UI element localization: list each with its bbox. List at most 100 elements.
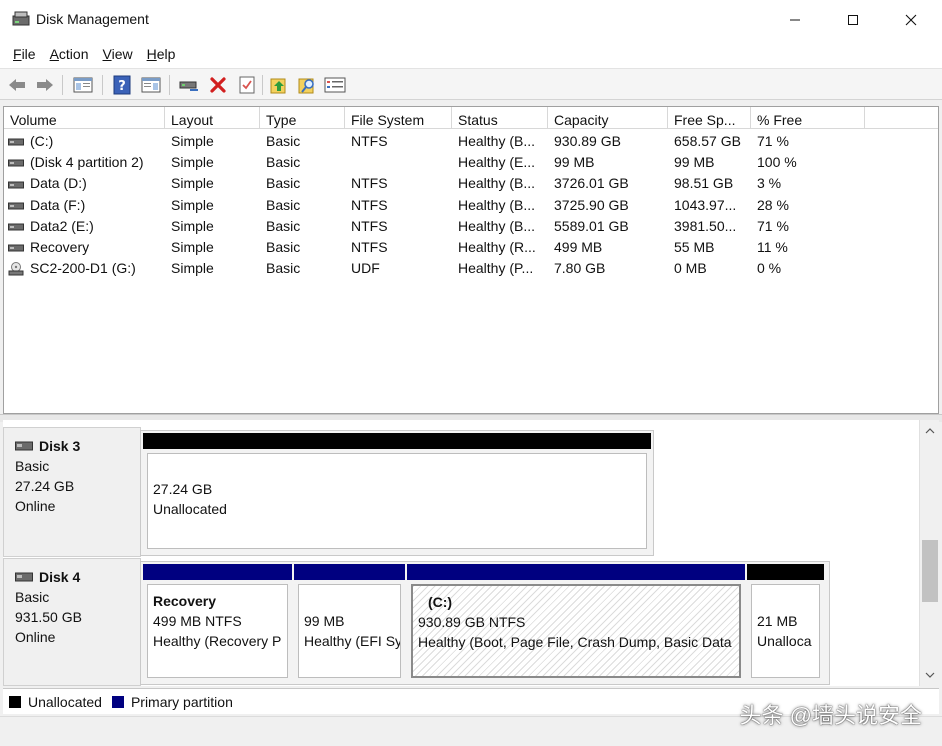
properties-icon <box>239 76 255 94</box>
show-hide-console-tree-button[interactable] <box>72 74 94 96</box>
cell-type: Basic <box>266 175 301 192</box>
menu-file[interactable]: File <box>6 40 43 68</box>
list-view-button[interactable] <box>324 74 346 96</box>
disk-type: Basic <box>15 589 50 605</box>
partition-efi[interactable]: 99 MB Healthy (EFI Sy <box>294 564 405 682</box>
cell-volume: Data (D:) <box>4 173 165 194</box>
cell-status: Healthy (B... <box>458 133 536 149</box>
menu-action[interactable]: Action <box>43 40 96 68</box>
disk-3-label[interactable]: Disk 3 Basic 27.24 GB Online <box>3 427 141 557</box>
show-hide-action-pane-button[interactable] <box>140 74 162 96</box>
delete-icon <box>210 77 226 93</box>
cell-type: Basic <box>266 239 301 255</box>
legend-item-primary-partition: Primary partition <box>111 694 233 710</box>
delete-button[interactable] <box>207 74 229 96</box>
cell-free-space: 55 MB <box>674 239 715 255</box>
cell-volume: (Disk 4 partition 2) <box>4 152 165 173</box>
cd-drive-icon <box>8 262 24 276</box>
scroll-up-button[interactable] <box>920 422 940 440</box>
cell-layout: Simple <box>171 239 214 255</box>
search-button[interactable] <box>296 74 318 96</box>
cell-volume: Recovery <box>4 237 165 258</box>
properties-button[interactable] <box>236 74 258 96</box>
toolbar-separator <box>262 75 263 95</box>
partition-color-bar <box>143 564 292 580</box>
list-view-icon <box>324 77 346 93</box>
column-header-capacity[interactable]: Capacity <box>548 107 668 129</box>
menu-view[interactable]: View <box>96 40 140 68</box>
cell-layout: Simple <box>171 217 214 234</box>
partition-c-drive[interactable]: (C:) 930.89 GB NTFS Healthy (Boot, Page … <box>407 564 745 682</box>
partition-unallocated[interactable]: 21 MB Unalloca <box>747 564 824 682</box>
cell-volume: SC2-200-D1 (G:) <box>4 258 165 279</box>
graphical-view-scrollbar[interactable] <box>919 420 939 686</box>
partition-recovery[interactable]: Recovery 499 MB NTFS Healthy (Recovery P <box>143 564 292 682</box>
cell-percent-free: 11 % <box>757 239 788 255</box>
cell-status: Healthy (E... <box>458 154 536 171</box>
connect-drive-icon <box>179 81 198 91</box>
toolbar-separator <box>169 75 170 95</box>
disk-4-label[interactable]: Disk 4 Basic 931.50 GB Online <box>3 558 141 686</box>
disk-size: 27.24 GB <box>15 478 75 494</box>
column-header-volume[interactable]: Volume <box>4 107 165 129</box>
table-row[interactable]: (Disk 4 partition 2) Simple Basic Healthy (… <box>4 152 938 173</box>
toolbar-separator <box>62 75 63 95</box>
drive-icon <box>8 244 24 252</box>
maximize-icon <box>848 15 858 25</box>
table-row[interactable]: Data (F:) Simple Basic NTFS Healthy (B... 372… <box>4 195 938 216</box>
drive-icon <box>8 202 24 210</box>
cell-file-system <box>345 152 452 173</box>
cell-capacity: 499 MB <box>554 239 603 255</box>
cell-capacity: 7.80 GB <box>554 260 606 277</box>
back-icon <box>9 79 25 91</box>
column-header-type[interactable]: Type <box>260 107 345 129</box>
drive-icon <box>8 138 24 146</box>
back-button[interactable] <box>6 74 28 96</box>
cell-type: Basic <box>266 217 301 234</box>
table-row[interactable]: SC2-200-D1 (G:) Simple Basic UDF Healthy (P.… <box>4 258 938 279</box>
minimize-button[interactable] <box>766 0 824 40</box>
cell-type: Basic <box>266 260 301 277</box>
search-icon <box>298 78 314 94</box>
cell-capacity: 5589.01 GB <box>554 217 629 234</box>
column-header-free-space[interactable]: Free Sp... <box>668 107 751 129</box>
table-row[interactable]: Recovery Simple Basic NTFS Healthy (R... 499 … <box>4 237 938 258</box>
disk-state: Online <box>15 629 56 645</box>
forward-button[interactable] <box>34 74 56 96</box>
maximize-button[interactable] <box>824 0 882 40</box>
column-header-layout[interactable]: Layout <box>165 107 260 129</box>
table-row[interactable]: Data (D:) Simple Basic NTFS Healthy (B... 372… <box>4 173 938 194</box>
help-button[interactable]: ? <box>111 74 133 96</box>
disk-name: Disk 3 <box>15 436 140 456</box>
cell-free-space: 658.57 GB <box>674 133 741 149</box>
cell-layout: Simple <box>171 154 214 171</box>
cell-capacity: 3725.90 GB <box>554 196 629 213</box>
menu-help[interactable]: Help <box>140 40 183 68</box>
cell-percent-free: 71 % <box>757 217 789 234</box>
cell-status: Healthy (B... <box>458 196 536 213</box>
close-button[interactable] <box>882 0 940 40</box>
minimize-icon <box>790 19 800 21</box>
column-header-percent-free[interactable]: % Free <box>751 107 865 129</box>
disk-size: 931.50 GB <box>15 609 82 625</box>
column-header-file-system[interactable]: File System <box>345 107 452 129</box>
scroll-thumb[interactable] <box>922 540 938 602</box>
cell-volume: Data (F:) <box>4 195 165 216</box>
connect-drive-button[interactable] <box>178 74 200 96</box>
cell-percent-free: 71 % <box>757 133 789 149</box>
partition-body: 27.24 GB Unallocated <box>147 453 647 549</box>
forward-icon <box>37 79 53 91</box>
table-row[interactable]: Data2 (E:) Simple Basic NTFS Healthy (B... 55… <box>4 216 938 237</box>
scroll-down-button[interactable] <box>920 666 940 684</box>
disk-icon <box>15 572 33 582</box>
cell-status: Healthy (B... <box>458 175 536 192</box>
partition-unallocated[interactable]: 27.24 GB Unallocated <box>143 433 651 553</box>
column-header-status[interactable]: Status <box>452 107 548 129</box>
up-folder-button[interactable] <box>268 74 290 96</box>
menu-bar: File Action View Help <box>0 40 942 68</box>
drive-icon <box>8 223 24 231</box>
cell-free-space: 98.51 GB <box>674 175 734 192</box>
title-bar: Disk Management <box>0 0 942 40</box>
table-row[interactable]: (C:) Simple Basic NTFS Healthy (B... 930.89 G… <box>4 131 938 152</box>
cell-free-space: 1043.97... <box>674 196 737 213</box>
